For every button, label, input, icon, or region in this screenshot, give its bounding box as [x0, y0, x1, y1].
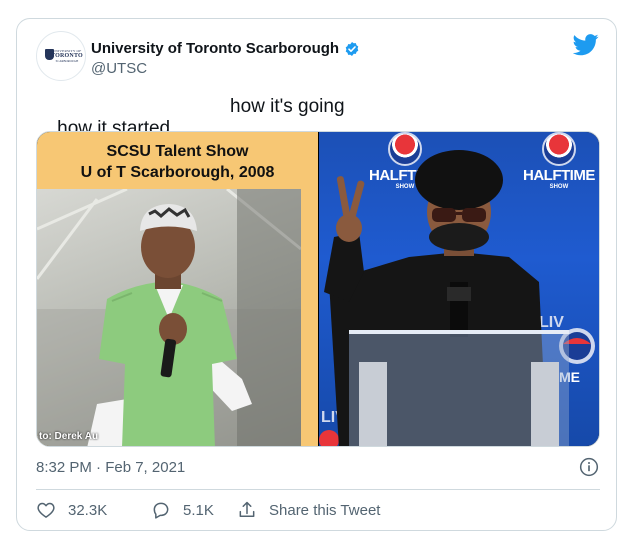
photo-credit: to: Derek Au — [39, 431, 99, 442]
caption-line-2: U of T Scarborough, 2008 — [80, 164, 275, 181]
like-count: 32.3K — [68, 501, 108, 519]
svg-text:LIV: LIV — [539, 314, 564, 331]
avatar[interactable]: UNIVERSITY OF TORONTO SCARBOROUGH — [36, 31, 86, 81]
tweet-media[interactable]: SCSU Talent Show U of T Scarborough, 200… — [36, 131, 600, 447]
info-icon[interactable] — [579, 457, 599, 477]
display-name-row[interactable]: University of Toronto Scarborough — [91, 40, 360, 57]
talent-show-photo: to: Derek Au — [37, 189, 301, 446]
image-caption: SCSU Talent Show U of T Scarborough, 200… — [37, 132, 318, 189]
share-label: Share this Tweet — [269, 501, 381, 519]
verified-badge-icon — [345, 41, 359, 56]
display-name[interactable]: University of Toronto Scarborough — [91, 40, 339, 57]
media-image-left[interactable]: SCSU Talent Show U of T Scarborough, 200… — [37, 132, 318, 446]
performer-illustration — [37, 189, 301, 446]
media-image-right[interactable]: HALFTIME SHOW HALFTIME SHOW ME LIV LIV — [319, 132, 599, 446]
tweet-text-going: how it's going — [230, 96, 345, 117]
tweet-actions: 32.3K 5.1K Share this Tweet — [36, 500, 600, 522]
avatar-logo-text-bottom: SCARBOROUGH — [55, 59, 79, 63]
tweet-timestamp[interactable]: 8:32 PM · Feb 7, 2021 — [36, 459, 185, 476]
share-button[interactable]: Share this Tweet — [237, 500, 380, 520]
reply-count: 5.1K — [183, 501, 214, 519]
heart-icon — [37, 502, 55, 518]
reply-button[interactable]: 5.1K — [151, 500, 214, 520]
tweet-card: UNIVERSITY OF TORONTO SCARBOROUGH Univer… — [16, 18, 617, 531]
performer-at-podium-illustration: ME LIV LIV — [319, 150, 595, 446]
share-icon — [239, 501, 255, 517]
like-button[interactable]: 32.3K — [36, 500, 107, 520]
twitter-bird-icon[interactable] — [573, 34, 599, 56]
user-handle[interactable]: @UTSC — [91, 60, 147, 77]
divider — [36, 489, 600, 490]
caption-line-1: SCSU Talent Show — [106, 143, 249, 160]
reply-bubble-icon — [153, 502, 169, 519]
